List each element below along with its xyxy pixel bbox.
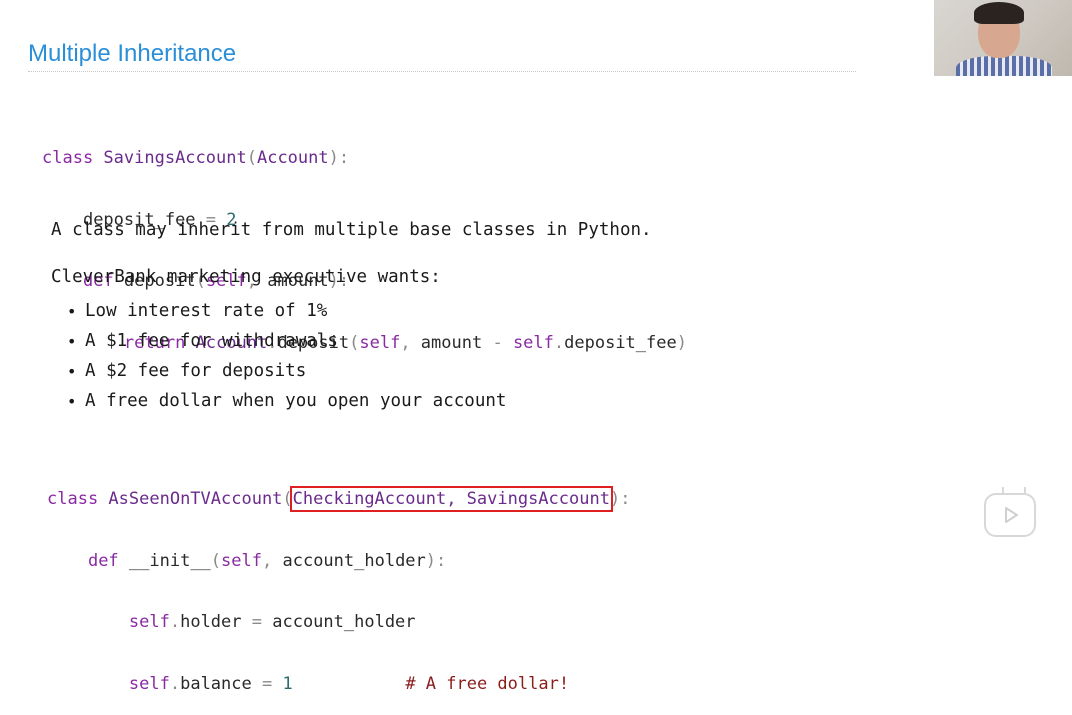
code-token: . xyxy=(553,332,565,353)
requirements-heading: CleverBank marketing executive wants: xyxy=(51,267,441,287)
code-token: balance xyxy=(180,673,252,694)
inheritance-statement: A class may inherit from multiple base c… xyxy=(51,220,652,240)
code-token: self xyxy=(221,550,262,571)
presenter-hair xyxy=(974,2,1024,24)
code-block-asseenontv: class AsSeenOnTVAccount(CheckingAccount,… xyxy=(47,448,630,715)
list-item-text: A $1 fee for withdrawals xyxy=(85,331,338,351)
list-item: • A $2 fee for deposits xyxy=(67,356,506,386)
code-token: self xyxy=(128,673,170,694)
code-line: class SavingsAccount(Account): xyxy=(42,148,687,169)
code-token: Account xyxy=(256,148,329,168)
code-token: ): xyxy=(609,489,631,509)
code-token: ( xyxy=(210,550,222,571)
code-token: class xyxy=(42,148,104,168)
code-token: . xyxy=(169,673,181,694)
list-item-text: Low interest rate of 1% xyxy=(85,301,328,321)
list-item: • Low interest rate of 1% xyxy=(67,296,506,326)
code-comment: # A free dollar! xyxy=(405,673,570,694)
code-token: = xyxy=(251,673,283,694)
list-item: • A free dollar when you open your accoun… xyxy=(67,386,506,416)
presenter-shirt xyxy=(956,56,1052,76)
code-token: __init__ xyxy=(128,550,211,571)
list-item: • A $1 fee for withdrawals xyxy=(67,326,506,356)
code-line: self.balance = 1 # A free dollar! xyxy=(47,674,630,695)
play-button-ears xyxy=(1002,487,1026,495)
title-divider xyxy=(28,71,856,72)
code-token: AsSeenOnTVAccount xyxy=(108,489,283,509)
code-token: self xyxy=(128,612,170,632)
code-token: SavingsAccount xyxy=(103,148,247,168)
code-token: class xyxy=(47,489,109,509)
code-token: self xyxy=(512,332,554,353)
code-line: def __init__(self, account_holder): xyxy=(47,551,630,572)
code-token: ( xyxy=(246,148,257,168)
code-line: class AsSeenOnTVAccount(CheckingAccount,… xyxy=(47,486,631,512)
code-token: . xyxy=(169,612,181,632)
video-play-button[interactable] xyxy=(984,487,1036,537)
list-item-text: A $2 fee for deposits xyxy=(85,361,307,381)
code-token: holder xyxy=(180,612,242,632)
code-token: account_holder xyxy=(272,612,416,632)
bullet-icon: • xyxy=(67,301,77,321)
code-line: self.holder = account_holder xyxy=(47,612,630,633)
code-token: ): xyxy=(328,148,350,168)
code-token: account_holder xyxy=(282,550,426,571)
bullet-icon: • xyxy=(67,331,77,351)
code-token: 1 xyxy=(282,673,293,694)
requirements-list: • Low interest rate of 1% • A $1 fee for w… xyxy=(67,296,506,416)
list-item-text: A free dollar when you open your account xyxy=(85,391,507,411)
code-token: deposit_fee xyxy=(564,332,677,353)
code-token: ) xyxy=(676,332,687,353)
code-token: def xyxy=(87,550,129,571)
code-token: ): xyxy=(425,550,447,571)
code-token: ( xyxy=(282,489,293,509)
base-classes-highlight: CheckingAccount, SavingsAccount xyxy=(289,486,613,512)
slide-title: Multiple Inheritance xyxy=(28,40,237,67)
code-token: = xyxy=(241,612,273,632)
play-icon xyxy=(1005,507,1018,523)
code-token: , xyxy=(262,550,283,571)
bullet-icon: • xyxy=(67,391,77,411)
bullet-icon: • xyxy=(67,361,77,381)
presenter-webcam xyxy=(934,0,1072,76)
